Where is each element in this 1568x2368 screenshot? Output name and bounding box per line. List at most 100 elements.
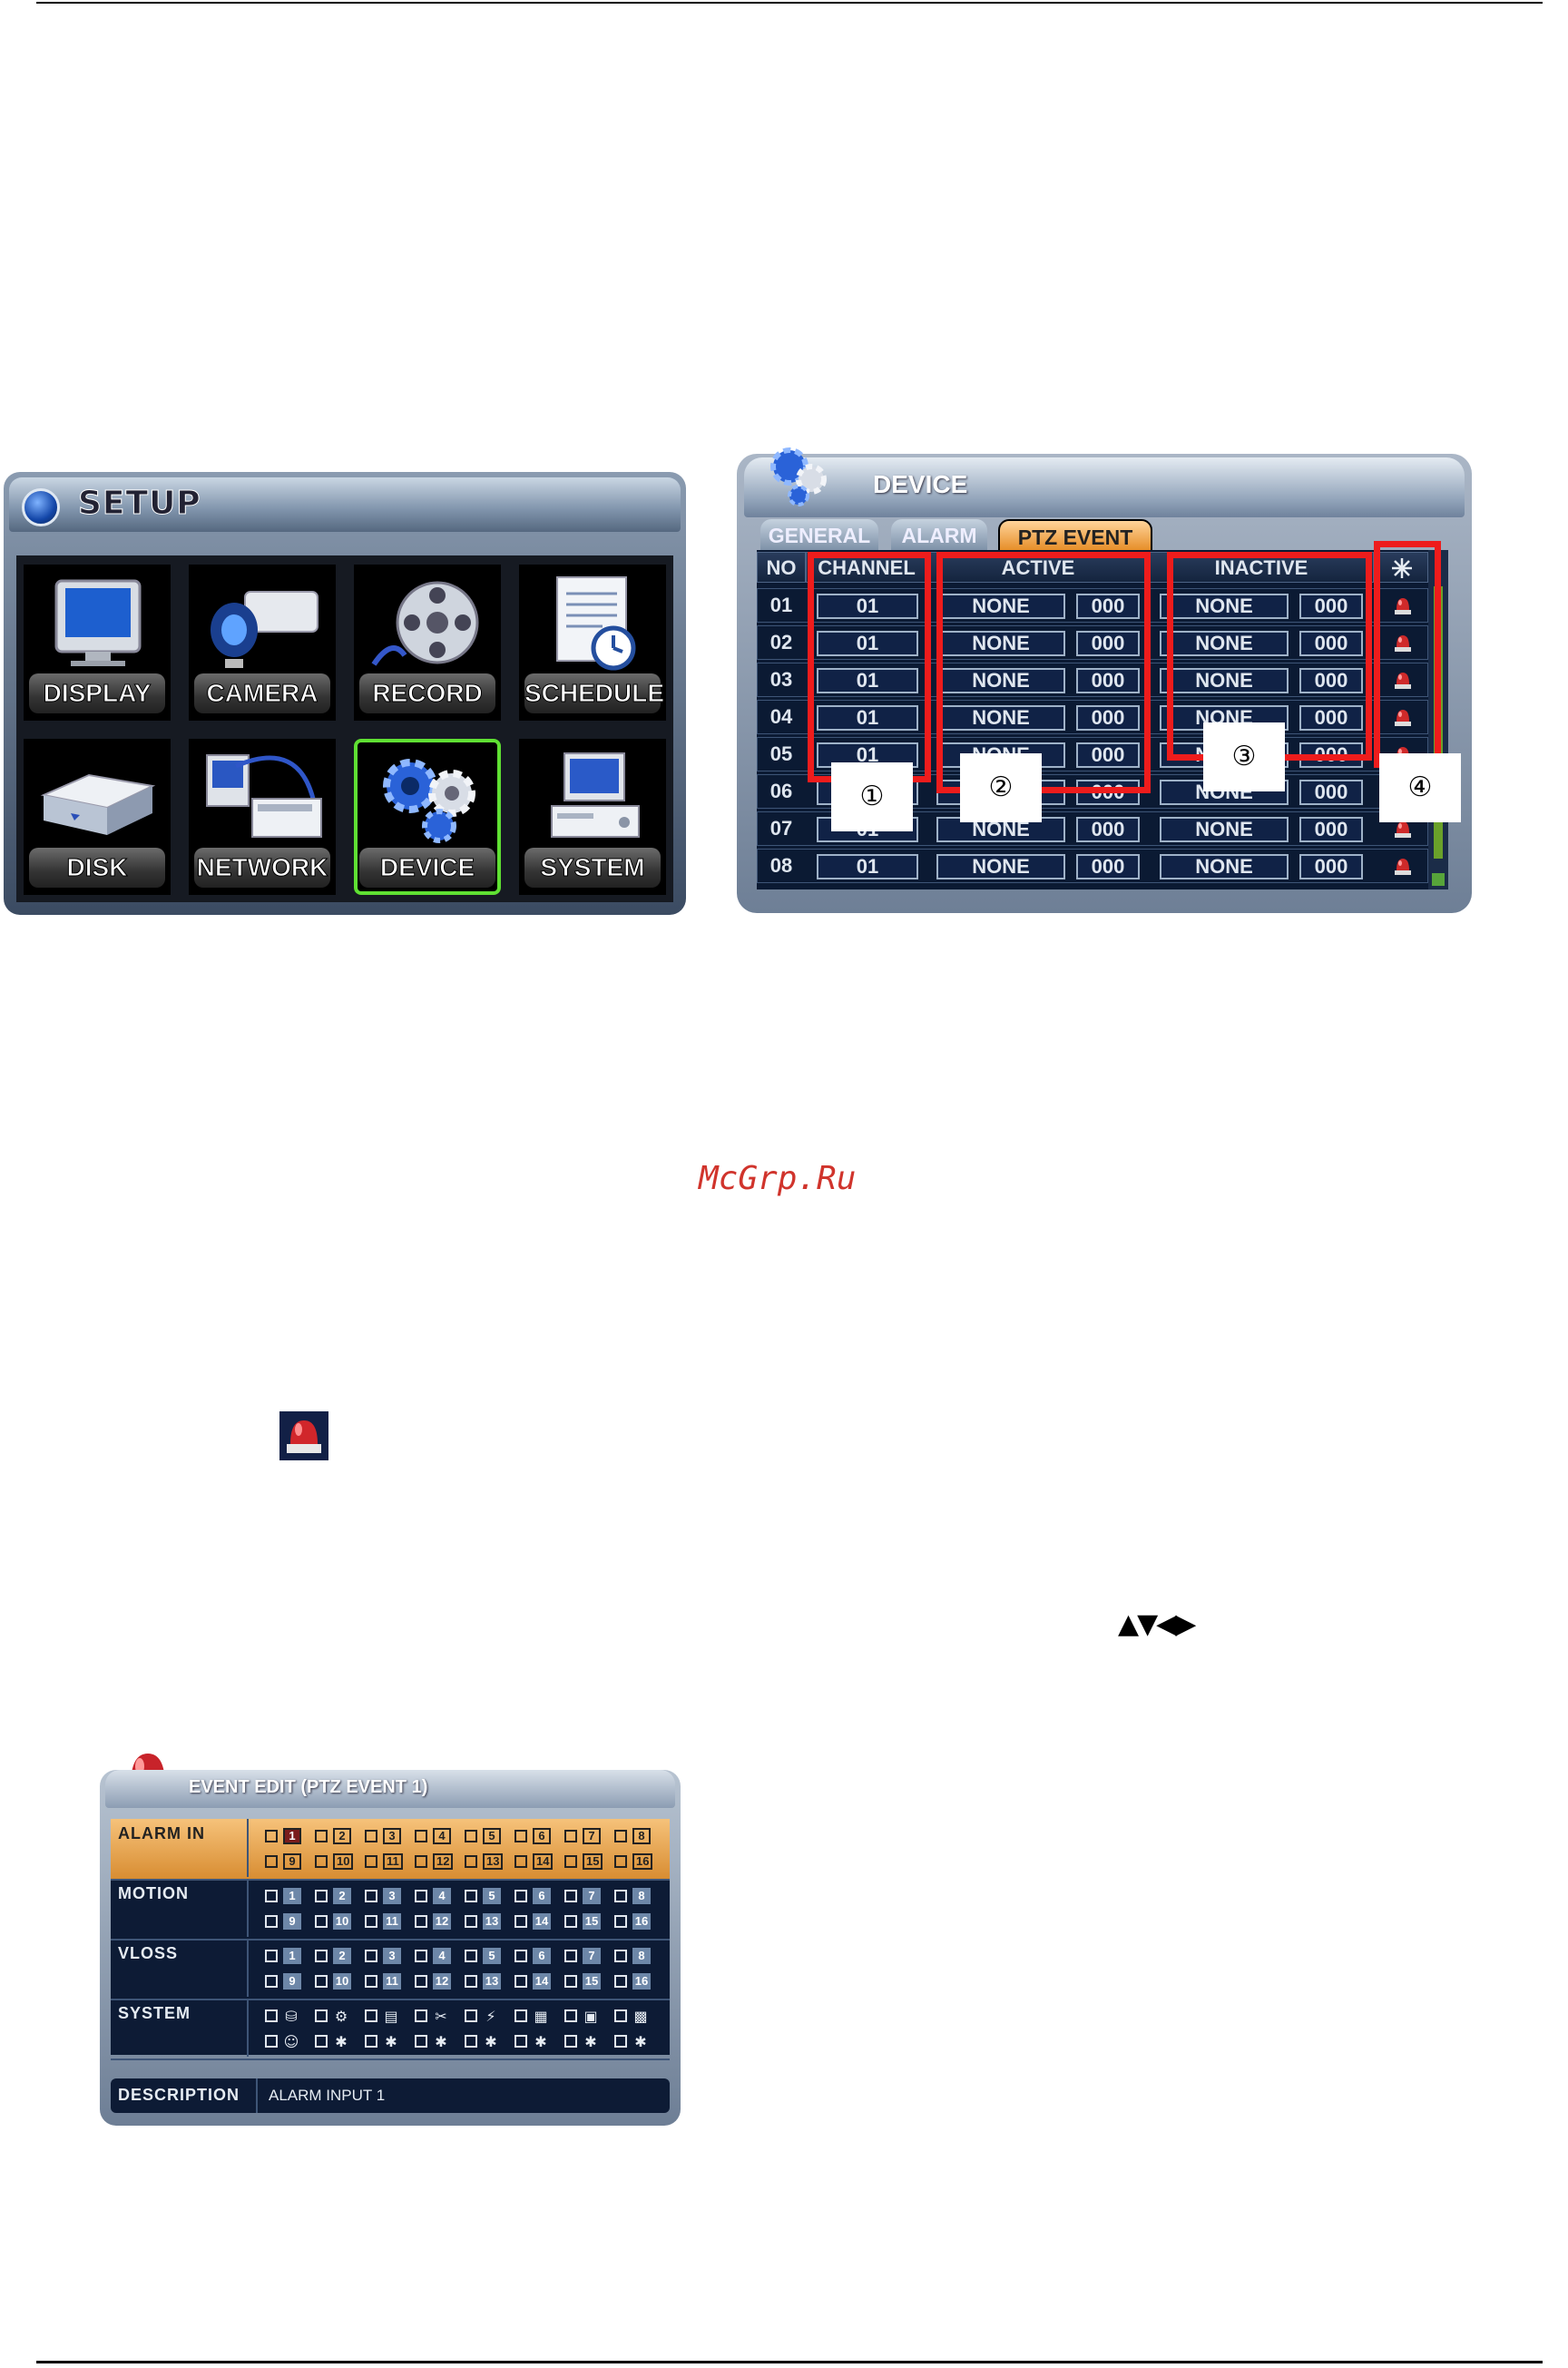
checkbox[interactable] [614, 2009, 627, 2022]
checkbox[interactable] [564, 2035, 577, 2048]
checkbox[interactable] [614, 2035, 627, 2048]
checkbox[interactable] [415, 2009, 427, 2022]
tab-alarm[interactable]: ALARM [891, 519, 987, 550]
checkbox[interactable] [465, 1890, 477, 1902]
checkbox[interactable] [564, 1855, 577, 1868]
checkbox[interactable] [564, 1830, 577, 1842]
checkbox[interactable] [514, 2009, 527, 2022]
event-title: EVENT EDIT (PTZ EVENT 1) [189, 1777, 428, 1797]
checkbox[interactable] [564, 1915, 577, 1928]
computer-icon [551, 752, 640, 838]
checkbox[interactable] [465, 1855, 477, 1868]
inactive-preset-select[interactable]: NONE [1160, 854, 1289, 879]
checkbox[interactable] [514, 1975, 527, 1988]
checkbox[interactable] [315, 1890, 328, 1902]
checkbox[interactable] [514, 1890, 527, 1902]
tab-general[interactable]: GENERAL [760, 519, 878, 550]
tile-label: DISPLAY [29, 673, 165, 713]
checkbox[interactable] [415, 1950, 427, 1962]
channel-field[interactable]: 01 [817, 854, 918, 879]
active-preset-number[interactable]: 000 [1076, 854, 1140, 879]
checkbox[interactable] [265, 1950, 278, 1962]
checkbox[interactable] [614, 1890, 627, 1902]
inactive-preset-number[interactable]: 000 [1299, 780, 1363, 805]
tile-record[interactable]: RECORD [354, 565, 501, 721]
checkbox[interactable] [564, 2009, 577, 2022]
checkbox[interactable] [465, 1975, 477, 1988]
input-number-badge: 4 [433, 1888, 451, 1904]
checkbox[interactable] [265, 1830, 278, 1842]
checkbox[interactable] [315, 1975, 328, 1988]
tab-ptz-event[interactable]: PTZ EVENT [998, 519, 1152, 554]
tile-schedule[interactable]: SCHEDULE [519, 565, 666, 721]
tile-disk[interactable]: DISK [24, 739, 171, 895]
inactive-preset-number[interactable]: 000 [1299, 854, 1363, 879]
checkbox[interactable] [315, 1830, 328, 1842]
scroll-down-icon[interactable] [1432, 873, 1445, 886]
tile-system[interactable]: SYSTEM [519, 739, 666, 895]
checkbox[interactable] [514, 1830, 527, 1842]
checkbox[interactable] [265, 1855, 278, 1868]
checkbox[interactable] [614, 1975, 627, 1988]
checkbox[interactable] [365, 1950, 377, 1962]
table-row[interactable]: 08 01 NONE 000 NONE 000 [757, 849, 1428, 883]
checkbox[interactable] [265, 2035, 278, 2048]
inactive-preset-select[interactable]: NONE [1160, 817, 1289, 842]
checkbox[interactable] [614, 1915, 627, 1928]
checkbox[interactable] [465, 1950, 477, 1962]
checkbox[interactable] [614, 1855, 627, 1868]
tile-display[interactable]: DISPLAY [24, 565, 171, 721]
checkbox[interactable] [465, 1915, 477, 1928]
checkbox[interactable] [415, 1915, 427, 1928]
checkbox[interactable] [564, 1890, 577, 1902]
system-event-icon: ▣ [583, 2008, 598, 2025]
checkbox[interactable] [365, 2035, 377, 2048]
description-field[interactable]: ALARM INPUT 1 [269, 2087, 385, 2105]
checkbox[interactable] [415, 1975, 427, 1988]
checkbox[interactable] [315, 1915, 328, 1928]
active-preset-number[interactable]: 000 [1076, 817, 1140, 842]
checkbox[interactable] [514, 1915, 527, 1928]
checkbox[interactable] [265, 1890, 278, 1902]
checkbox[interactable] [514, 1855, 527, 1868]
input-number-badge: 1 [283, 1828, 301, 1844]
device-title-bar: DEVICE [744, 447, 1465, 517]
event-edit-siren-icon[interactable] [1392, 855, 1414, 877]
inactive-preset-number[interactable]: 000 [1299, 817, 1363, 842]
checkbox[interactable] [564, 1950, 577, 1962]
checkbox[interactable] [415, 1855, 427, 1868]
checkbox[interactable] [365, 1830, 377, 1842]
callout-4: ④ [1379, 753, 1461, 822]
checkbox[interactable] [365, 1915, 377, 1928]
checkbox[interactable] [365, 1975, 377, 1988]
checkbox[interactable] [514, 1950, 527, 1962]
tile-device[interactable]: DEVICE [354, 739, 501, 895]
checkbox[interactable] [465, 2009, 477, 2022]
checkbox[interactable] [564, 1975, 577, 1988]
description-label: DESCRIPTION [118, 2086, 240, 2104]
active-preset-select[interactable]: NONE [936, 854, 1065, 879]
checkbox[interactable] [465, 1830, 477, 1842]
checkbox[interactable] [415, 1830, 427, 1842]
checkbox[interactable] [265, 1975, 278, 1988]
checkbox[interactable] [415, 1890, 427, 1902]
checkbox[interactable] [315, 2035, 328, 2048]
checkbox[interactable] [315, 1855, 328, 1868]
checkbox[interactable] [365, 2009, 377, 2022]
checkbox[interactable] [514, 2035, 527, 2048]
checkbox[interactable] [415, 2035, 427, 2048]
checkbox[interactable] [265, 2009, 278, 2022]
checkbox[interactable] [315, 2009, 328, 2022]
checkbox[interactable] [265, 1915, 278, 1928]
checkbox[interactable] [365, 1855, 377, 1868]
row-no: 04 [769, 705, 793, 728]
checkbox[interactable] [465, 2035, 477, 2048]
checkbox[interactable] [365, 1890, 377, 1902]
checkbox[interactable] [614, 1830, 627, 1842]
checkbox[interactable] [614, 1950, 627, 1962]
tile-network[interactable]: NETWORK [189, 739, 336, 895]
checkbox[interactable] [315, 1950, 328, 1962]
input-number-badge: 6 [533, 1948, 551, 1964]
tile-camera[interactable]: CAMERA [189, 565, 336, 721]
input-number-badge: 4 [433, 1828, 451, 1844]
